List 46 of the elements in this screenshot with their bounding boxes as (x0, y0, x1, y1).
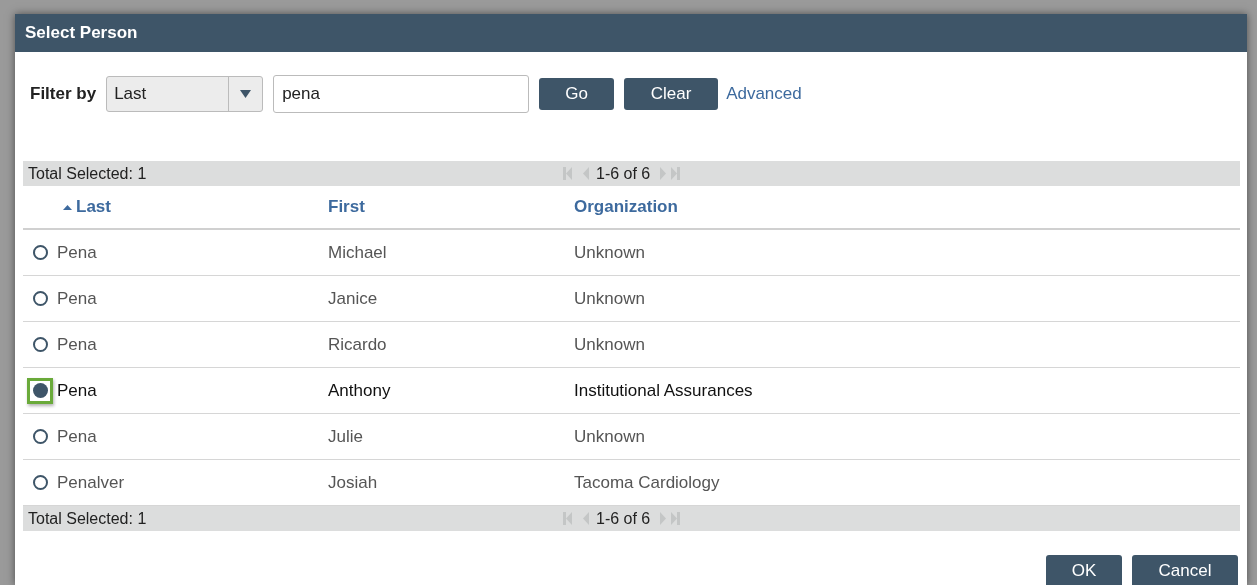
search-field[interactable]: pena (273, 75, 530, 113)
table-cell: Tacoma Cardiology (574, 472, 720, 493)
table-row[interactable]: Pena Julie Unknown (23, 414, 1240, 460)
window-title: Select Person (25, 23, 138, 43)
previous-page-icon[interactable] (582, 167, 590, 180)
dialog-button[interactable]: OK (1046, 555, 1122, 585)
sort-up-icon (63, 204, 72, 210)
previous-page-icon[interactable] (582, 512, 590, 525)
table-cell: Pena (57, 288, 97, 309)
table-cell: Unknown (574, 426, 645, 447)
table-row[interactable]: Pena Anthony Institutional Assurances (23, 368, 1240, 414)
caret-icon (240, 90, 252, 98)
table-row[interactable]: Pena Ricardo Unknown (23, 322, 1240, 368)
table-row[interactable]: Pena Janice Unknown (23, 276, 1240, 322)
table-cell: Janice (328, 288, 378, 309)
table-cell: Michael (328, 242, 387, 263)
radio-button[interactable] (27, 377, 53, 404)
dialog-button[interactable]: Cancel (1132, 555, 1238, 585)
table-cell: Penalver (57, 472, 125, 493)
total-selected: Total Selected: 1 (27, 509, 147, 528)
table-cell: Anthony (328, 380, 391, 401)
table-row[interactable]: Pena Michael Unknown (23, 230, 1240, 276)
page-range: 1-6 of 6 (596, 164, 651, 183)
table-cell: Pena (57, 242, 97, 263)
table-cell: Unknown (574, 334, 645, 355)
column-header[interactable]: Organization (574, 197, 678, 217)
total-selected: Total Selected: 1 (27, 164, 147, 183)
advanced-link[interactable]: Advanced (726, 84, 802, 104)
table-cell: Unknown (574, 242, 645, 263)
filter-dropdown[interactable]: Last (106, 76, 264, 112)
next-page-icon[interactable] (659, 512, 668, 525)
page-range: 1-6 of 6 (596, 509, 651, 528)
next-page-icon[interactable] (659, 167, 668, 180)
filter-button[interactable]: Go (539, 78, 615, 110)
column-header[interactable]: Last (63, 197, 111, 217)
table-cell: Josiah (328, 472, 378, 493)
column-header[interactable]: First (328, 197, 365, 217)
table-cell: Julie (328, 426, 363, 447)
table-cell: Ricardo (328, 334, 387, 355)
table-cell: Institutional Assurances (574, 380, 753, 401)
table-cell: Unknown (574, 288, 645, 309)
table-cell: Pena (57, 380, 97, 401)
filter-button[interactable]: Clear (624, 78, 719, 110)
table-cell: Pena (57, 426, 97, 447)
table-cell: Pena (57, 334, 97, 355)
filter-label: Filter by (30, 84, 97, 104)
